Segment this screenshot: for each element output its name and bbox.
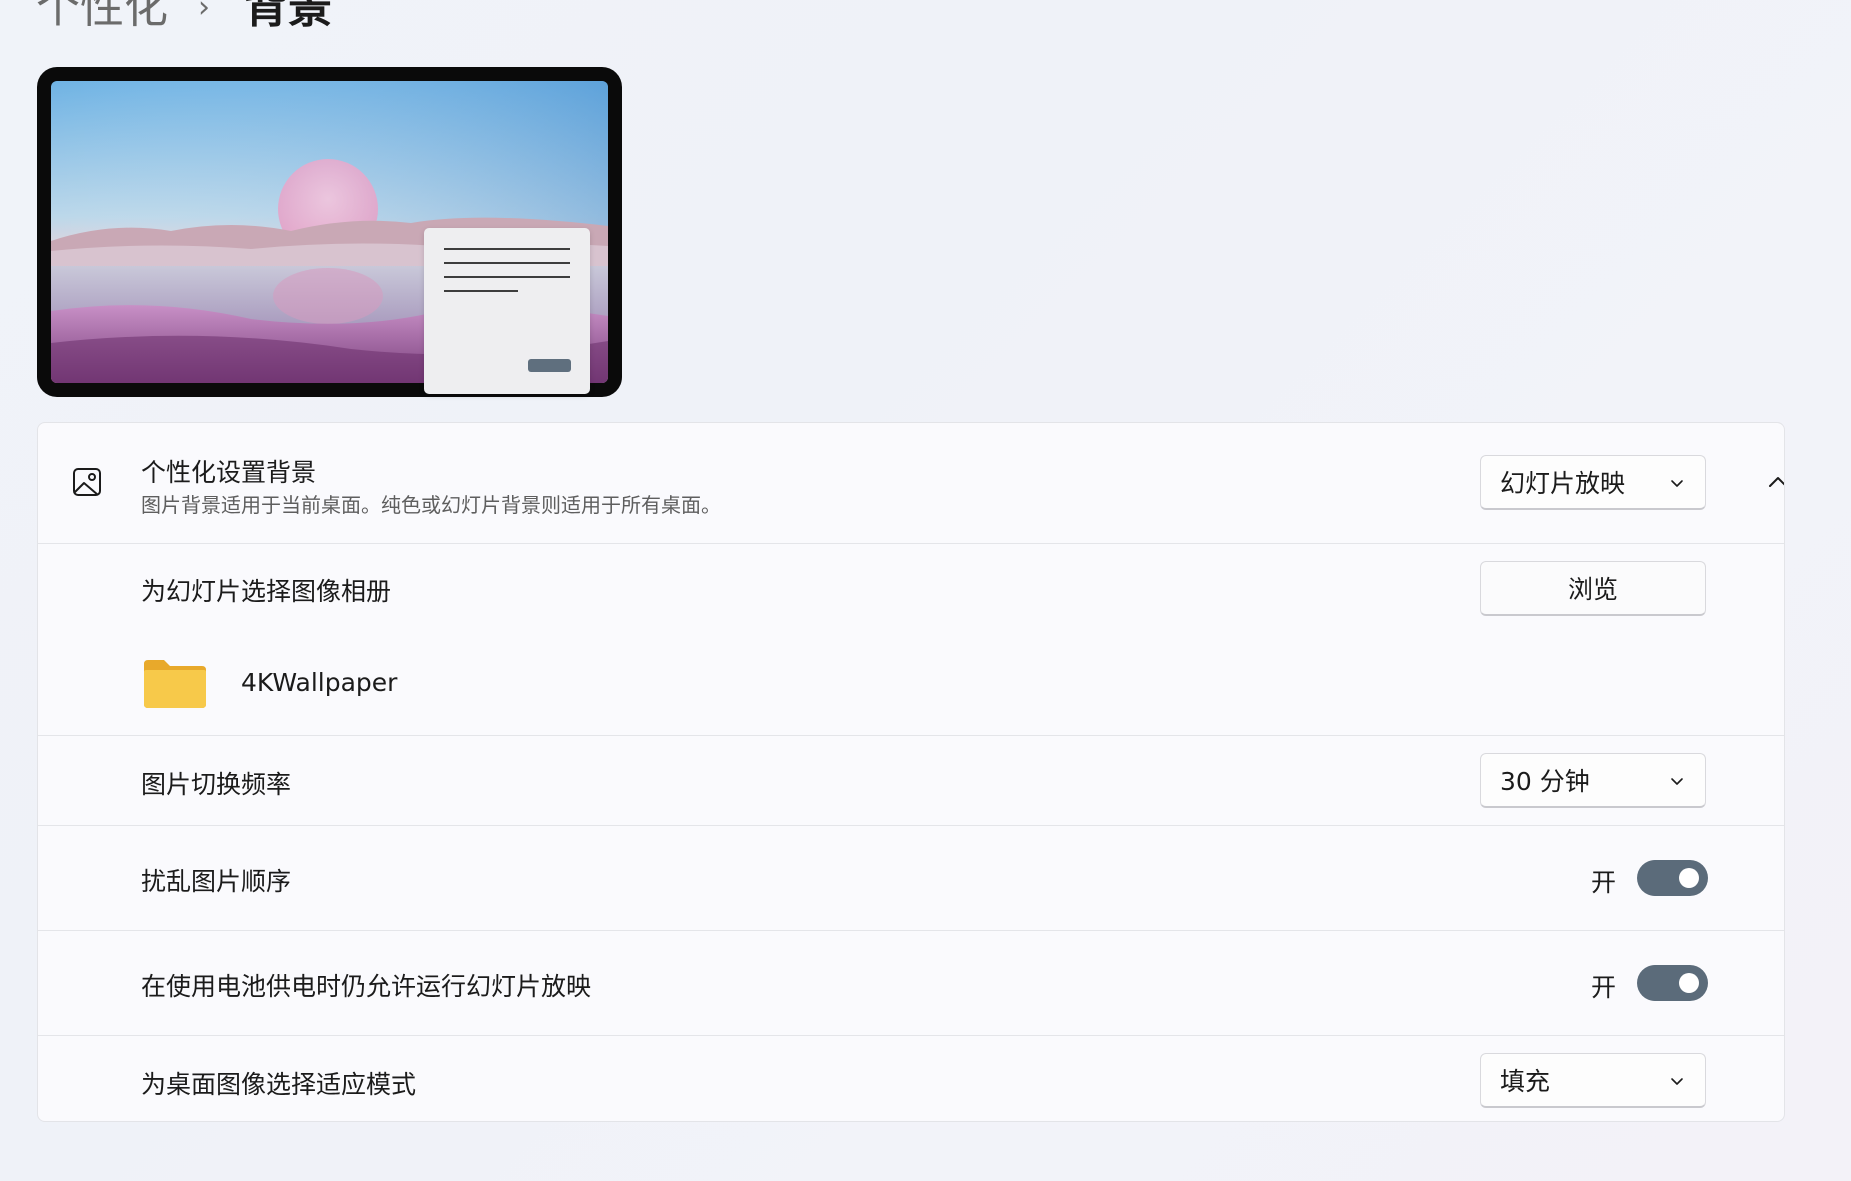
personalize-background-row: 个性化设置背景 图片背景适用于当前桌面。纯色或幻灯片背景则适用于所有桌面。 幻灯… (38, 423, 1784, 543)
preview-text-line (444, 248, 570, 250)
fit-mode-row: 为桌面图像选择适应模式 填充 (38, 1035, 1784, 1121)
slideshow-album-label: 为幻灯片选择图像相册 (141, 577, 392, 606)
page-title: 背景 (244, 0, 332, 33)
breadcrumb: 个性化 › 背景 (36, 0, 332, 38)
browse-button[interactable]: 浏览 (1480, 561, 1706, 616)
battery-slideshow-label: 在使用电池供电时仍允许运行幻灯片放映 (141, 972, 592, 1001)
chevron-down-icon (1671, 778, 1683, 785)
chevron-down-icon (1671, 480, 1683, 487)
change-frequency-value: 30 分钟 (1500, 767, 1590, 796)
preview-text-line (444, 290, 518, 292)
battery-slideshow-row: 在使用电池供电时仍允许运行幻灯片放映 开 (38, 930, 1784, 1035)
folder-icon (144, 660, 206, 708)
album-folder-name[interactable]: 4KWallpaper (241, 668, 397, 697)
chevron-down-icon (1671, 1078, 1683, 1085)
background-type-value: 幻灯片放映 (1500, 469, 1626, 498)
fit-mode-label: 为桌面图像选择适应模式 (141, 1070, 417, 1099)
breadcrumb-separator: › (198, 0, 210, 25)
change-frequency-row: 图片切换频率 30 分钟 (38, 735, 1784, 825)
shuffle-toggle[interactable] (1637, 860, 1708, 896)
toggle-knob (1679, 868, 1699, 888)
preview-window (424, 228, 590, 394)
slideshow-album-row: 为幻灯片选择图像相册 浏览 4KWallpaper (38, 543, 1784, 735)
background-type-dropdown[interactable]: 幻灯片放映 (1480, 455, 1706, 510)
battery-slideshow-toggle[interactable] (1637, 965, 1708, 1001)
shuffle-state-label: 开 (1591, 868, 1617, 897)
personalize-background-description: 图片背景适用于当前桌面。纯色或幻灯片背景则适用于所有桌面。 (141, 493, 721, 517)
preview-text-line (444, 276, 570, 278)
toggle-knob (1679, 973, 1699, 993)
image-icon (73, 468, 101, 496)
background-settings-card: 个性化设置背景 图片背景适用于当前桌面。纯色或幻灯片背景则适用于所有桌面。 幻灯… (37, 422, 1785, 1122)
shuffle-label: 扰乱图片顺序 (141, 867, 292, 896)
shuffle-row: 扰乱图片顺序 开 (38, 825, 1784, 930)
fit-mode-dropdown[interactable]: 填充 (1480, 1053, 1706, 1108)
chevron-up-icon[interactable] (1763, 467, 1785, 497)
change-frequency-dropdown[interactable]: 30 分钟 (1480, 753, 1706, 808)
personalize-background-title: 个性化设置背景 (141, 458, 317, 487)
breadcrumb-parent[interactable]: 个性化 (36, 0, 168, 38)
battery-state-label: 开 (1591, 973, 1617, 1002)
desktop-preview (37, 67, 622, 397)
preview-text-line (444, 262, 570, 264)
change-frequency-label: 图片切换频率 (141, 770, 292, 799)
fit-mode-value: 填充 (1500, 1067, 1551, 1096)
preview-window-button (528, 359, 571, 372)
